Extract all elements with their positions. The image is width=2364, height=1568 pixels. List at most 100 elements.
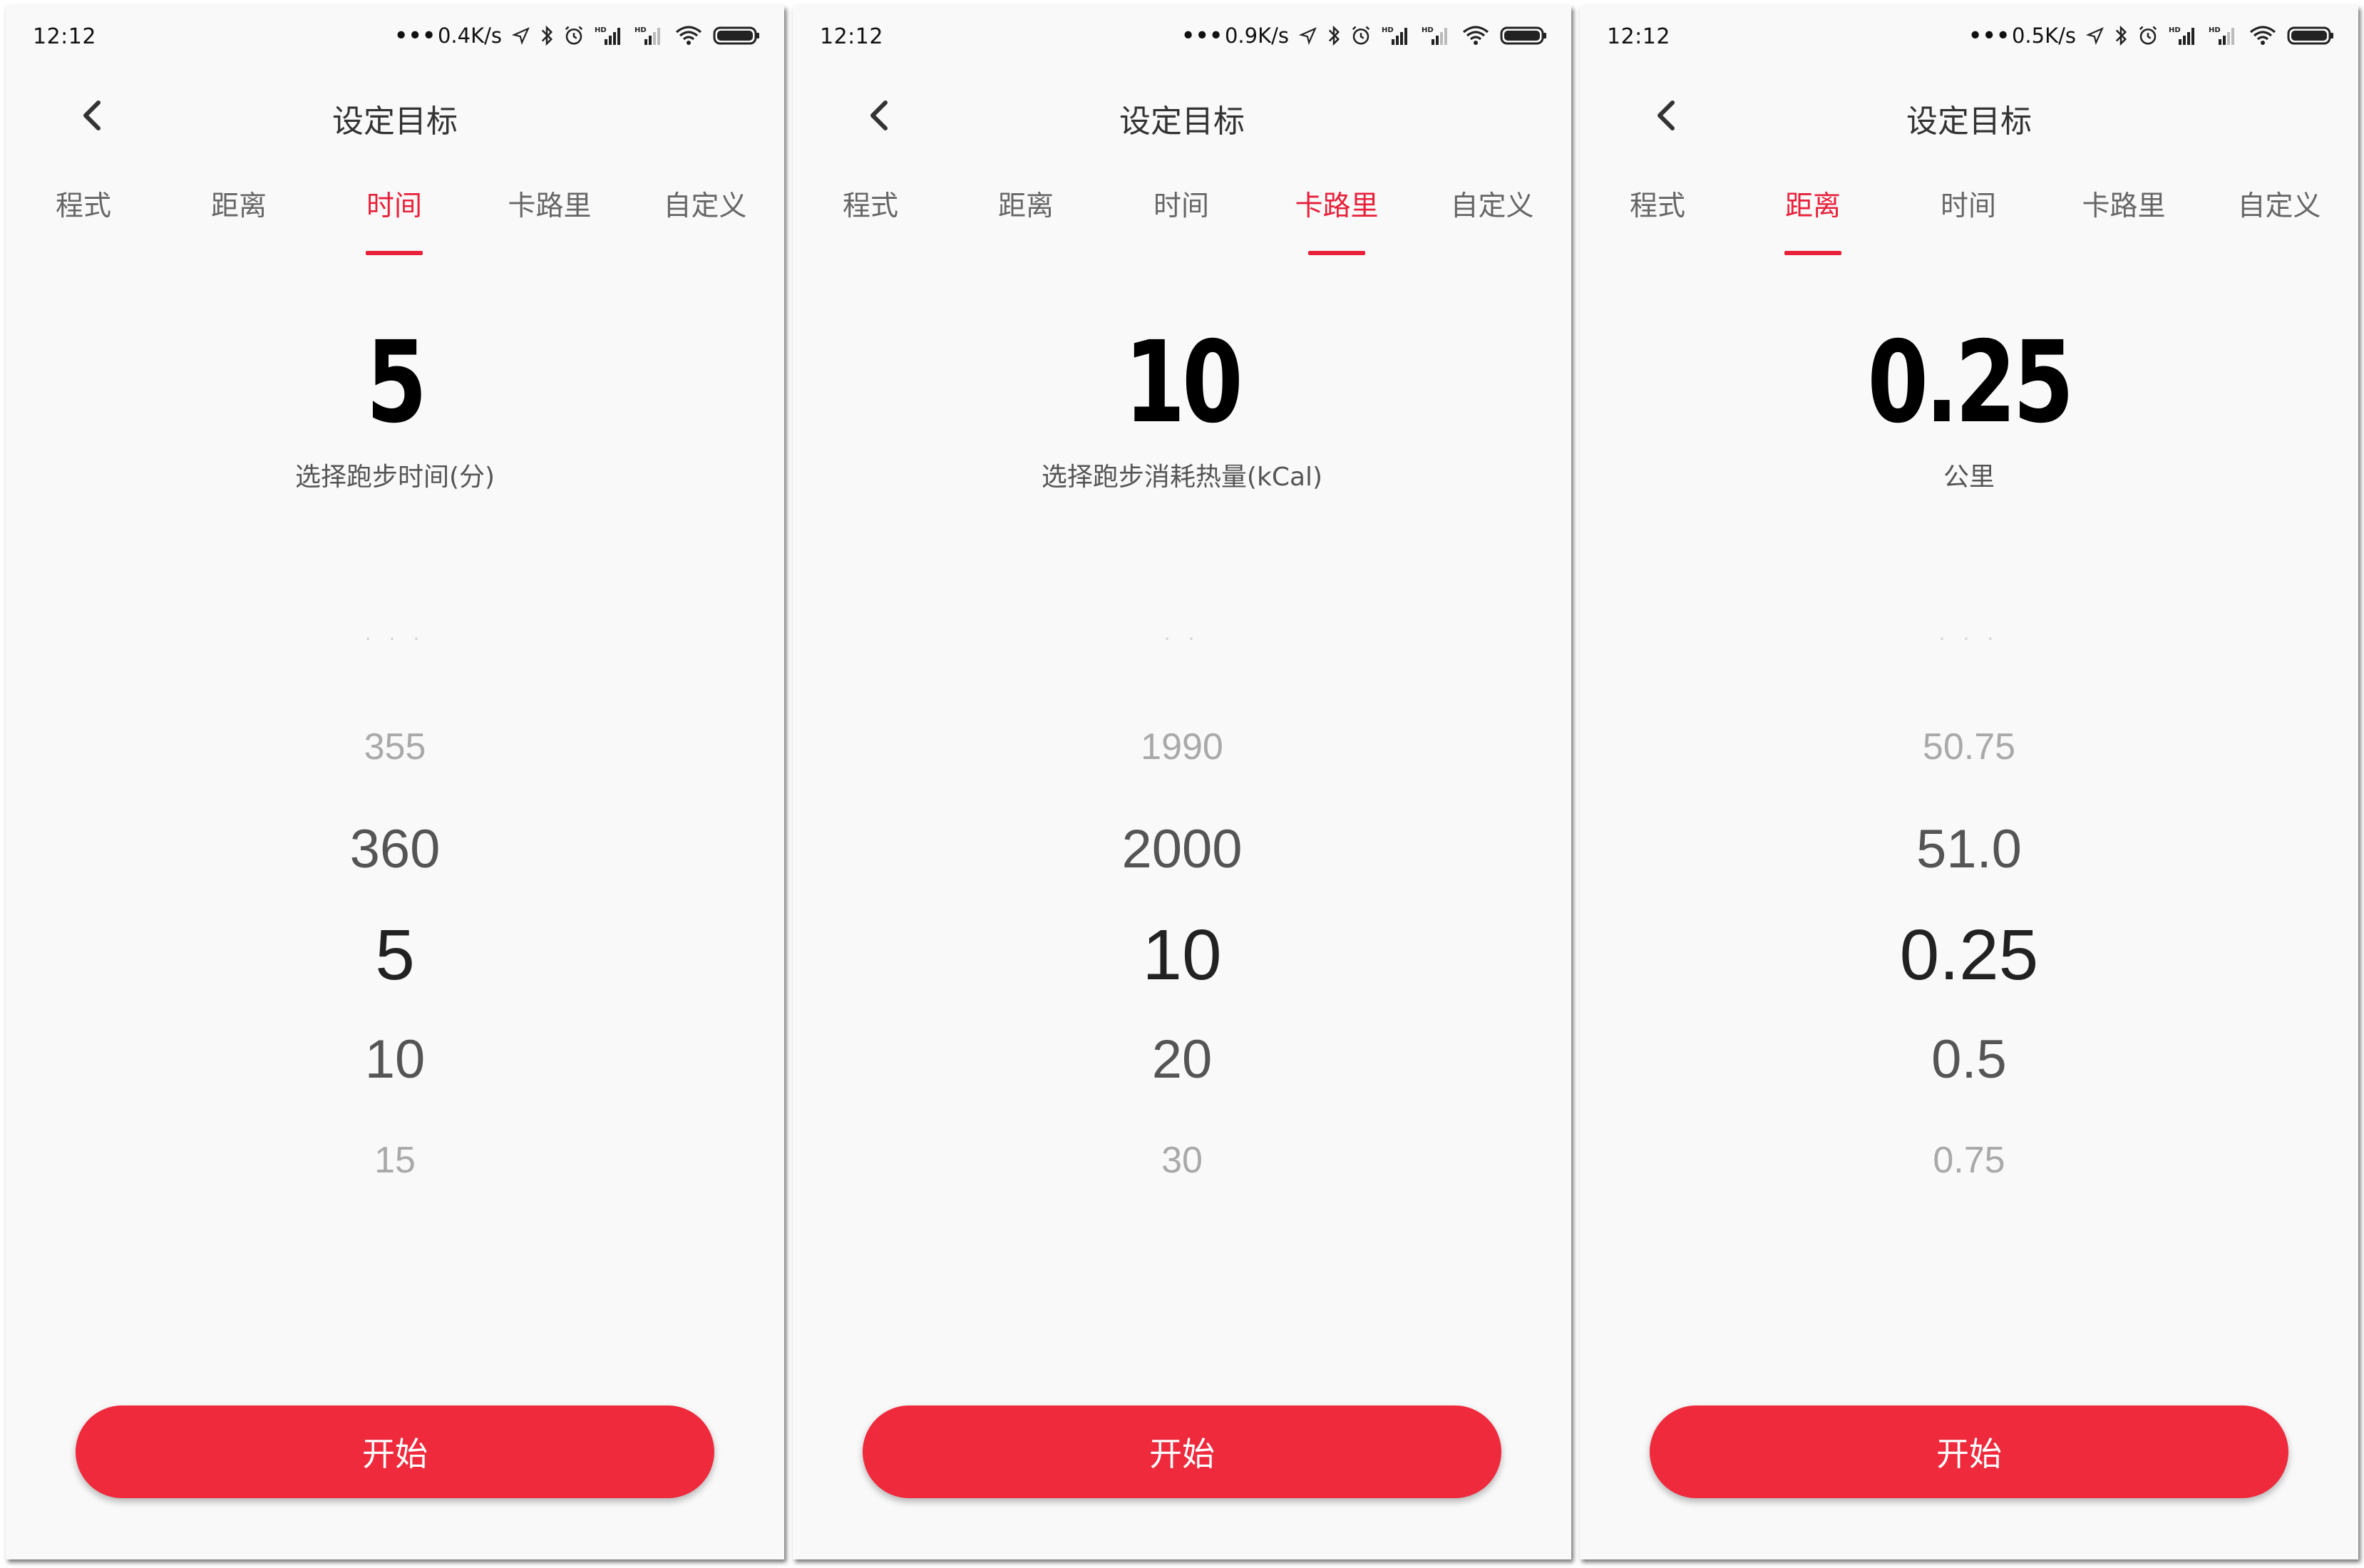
picker-item[interactable]: 10 — [6, 1028, 784, 1090]
tab-program[interactable]: 程式 — [1580, 184, 1735, 224]
picker-item[interactable]: 360 — [6, 818, 784, 880]
status-time: 12:12 — [1607, 24, 1670, 49]
wifi-icon — [2249, 26, 2276, 45]
tab-bar: 程式 距离 时间 卡路里 自定义 — [793, 184, 1571, 262]
number-wheel-picker[interactable]: 355 360 5 10 15 — [6, 704, 784, 1217]
hd-signal-2-icon: HD — [2209, 26, 2234, 45]
svg-text:HD: HD — [2209, 26, 2221, 34]
tab-time[interactable]: 时间 — [317, 184, 472, 255]
goal-value-display: 5 — [366, 317, 427, 448]
picker-item[interactable]: 0.5 — [1580, 1028, 2358, 1090]
status-icons: ••• 0.9K/s HD HD — [1181, 21, 1547, 50]
hd-signal-icon: HD — [1382, 26, 1407, 45]
svg-text:HD: HD — [595, 26, 607, 34]
svg-text:HD: HD — [1382, 26, 1394, 34]
battery-icon — [2287, 26, 2333, 45]
tab-label: 自定义 — [663, 190, 747, 222]
tab-distance[interactable]: 距离 — [948, 184, 1104, 224]
network-speed: ••• 0.5K/s — [1968, 24, 2076, 48]
tab-label: 距离 — [997, 190, 1054, 222]
number-wheel-picker[interactable]: 50.75 51.0 0.25 0.5 0.75 — [1580, 704, 2358, 1217]
page-title: 设定目标 — [332, 103, 458, 140]
network-speed: ••• 0.9K/s — [1181, 24, 1289, 48]
picker-item[interactable]: 30 — [793, 1139, 1571, 1182]
network-speed-value: 0.9K/s — [1224, 24, 1289, 48]
goal-value-display: 10 — [1124, 317, 1243, 448]
active-tab-indicator — [1784, 251, 1841, 255]
bluetooth-icon — [541, 25, 553, 46]
tab-calories[interactable]: 卡路里 — [1259, 184, 1414, 255]
tab-custom[interactable]: 自定义 — [627, 184, 783, 224]
phone-screen-time: 12:12 ••• 0.4K/s HD HD 设定目标 程式 距离 时间 卡路里 … — [6, 6, 784, 1559]
tab-label: 卡路里 — [1295, 190, 1379, 222]
start-button[interactable]: 开始 — [1650, 1405, 2288, 1498]
alarm-icon — [565, 26, 583, 45]
picker-item[interactable]: 2000 — [793, 818, 1571, 880]
wifi-icon — [1462, 26, 1489, 45]
picker-item[interactable]: 355 — [6, 726, 784, 768]
tab-label: 时间 — [1940, 190, 1996, 222]
tab-bar: 程式 距离 时间 卡路里 自定义 — [1580, 184, 2358, 262]
number-wheel-picker[interactable]: 1990 2000 10 20 30 — [793, 704, 1571, 1217]
tab-label: 自定义 — [1450, 190, 1534, 222]
tab-calories[interactable]: 卡路里 — [472, 184, 627, 224]
picker-item-selected[interactable]: 10 — [793, 914, 1571, 996]
picker-item[interactable]: 0.75 — [1580, 1139, 2358, 1182]
tab-time[interactable]: 时间 — [1104, 184, 1259, 224]
picker-item[interactable]: 51.0 — [1580, 818, 2358, 880]
picker-item[interactable]: 15 — [6, 1139, 784, 1182]
tab-custom[interactable]: 自定义 — [2201, 184, 2357, 224]
tab-label: 程式 — [55, 190, 111, 222]
screenshot-collage: 12:12 ••• 0.4K/s HD HD 设定目标 程式 距离 时间 卡路里 … — [0, 0, 2364, 1568]
hd-signal-2-icon: HD — [1422, 26, 1447, 45]
svg-text:HD: HD — [1422, 26, 1434, 34]
page-title: 设定目标 — [1906, 103, 2032, 140]
bluetooth-icon — [1328, 25, 1340, 46]
svg-text:HD: HD — [634, 26, 647, 34]
tab-distance[interactable]: 距离 — [161, 184, 317, 224]
picker-item[interactable]: 1990 — [793, 726, 1571, 768]
goal-value-display: 0.25 — [1867, 317, 2074, 448]
active-tab-indicator — [366, 251, 423, 255]
tab-bar: 程式 距离 时间 卡路里 自定义 — [6, 184, 784, 262]
tab-label: 距离 — [1784, 190, 1841, 222]
picker-item[interactable]: 20 — [793, 1028, 1571, 1090]
network-speed: ••• 0.4K/s — [394, 24, 502, 48]
location-arrow-icon — [512, 27, 530, 45]
picker-item[interactable]: 50.75 — [1580, 726, 2358, 768]
status-icons: ••• 0.5K/s HD HD — [1968, 21, 2334, 50]
hd-signal-icon: HD — [2169, 26, 2194, 45]
tab-label: 卡路里 — [2082, 190, 2166, 222]
status-time: 12:12 — [33, 24, 96, 49]
battery-icon — [713, 26, 759, 45]
speed-dots-icon: ••• — [1181, 24, 1223, 48]
tab-calories[interactable]: 卡路里 — [2046, 184, 2201, 224]
picker-item-selected[interactable]: 5 — [6, 914, 784, 996]
alarm-icon — [2139, 26, 2157, 45]
active-tab-indicator — [1308, 251, 1365, 255]
tab-label: 距离 — [210, 190, 267, 222]
tab-custom[interactable]: 自定义 — [1414, 184, 1570, 224]
tab-label: 程式 — [842, 190, 898, 222]
network-speed-value: 0.4K/s — [437, 24, 502, 48]
status-time: 12:12 — [820, 24, 883, 49]
tab-program[interactable]: 程式 — [6, 184, 161, 224]
tab-label: 程式 — [1629, 190, 1685, 222]
tab-time[interactable]: 时间 — [1891, 184, 2046, 224]
tab-distance[interactable]: 距离 — [1735, 184, 1891, 255]
status-icons: ••• 0.4K/s HD HD — [394, 21, 760, 50]
goal-unit-label: 选择跑步时间(分) — [294, 463, 495, 492]
status-bar: 12:12 ••• 0.4K/s HD HD — [6, 6, 784, 63]
start-button[interactable]: 开始 — [863, 1405, 1501, 1498]
picker-fade-marks: · · · — [1938, 627, 2000, 651]
status-bar: 12:12 ••• 0.5K/s HD HD — [1580, 6, 2358, 63]
phone-screen-distance: 12:12 ••• 0.5K/s HD HD 设定目标 程式 距离 时间 卡路里 … — [1580, 6, 2358, 1559]
tab-label: 卡路里 — [508, 190, 592, 222]
goal-unit-label: 选择跑步消耗热量(kCal) — [1041, 463, 1323, 492]
start-button[interactable]: 开始 — [76, 1405, 714, 1498]
battery-icon — [1500, 26, 1546, 45]
picker-item-selected[interactable]: 0.25 — [1580, 914, 2358, 996]
tab-program[interactable]: 程式 — [793, 184, 948, 224]
tab-label: 自定义 — [2237, 190, 2321, 222]
speed-dots-icon: ••• — [394, 24, 436, 48]
